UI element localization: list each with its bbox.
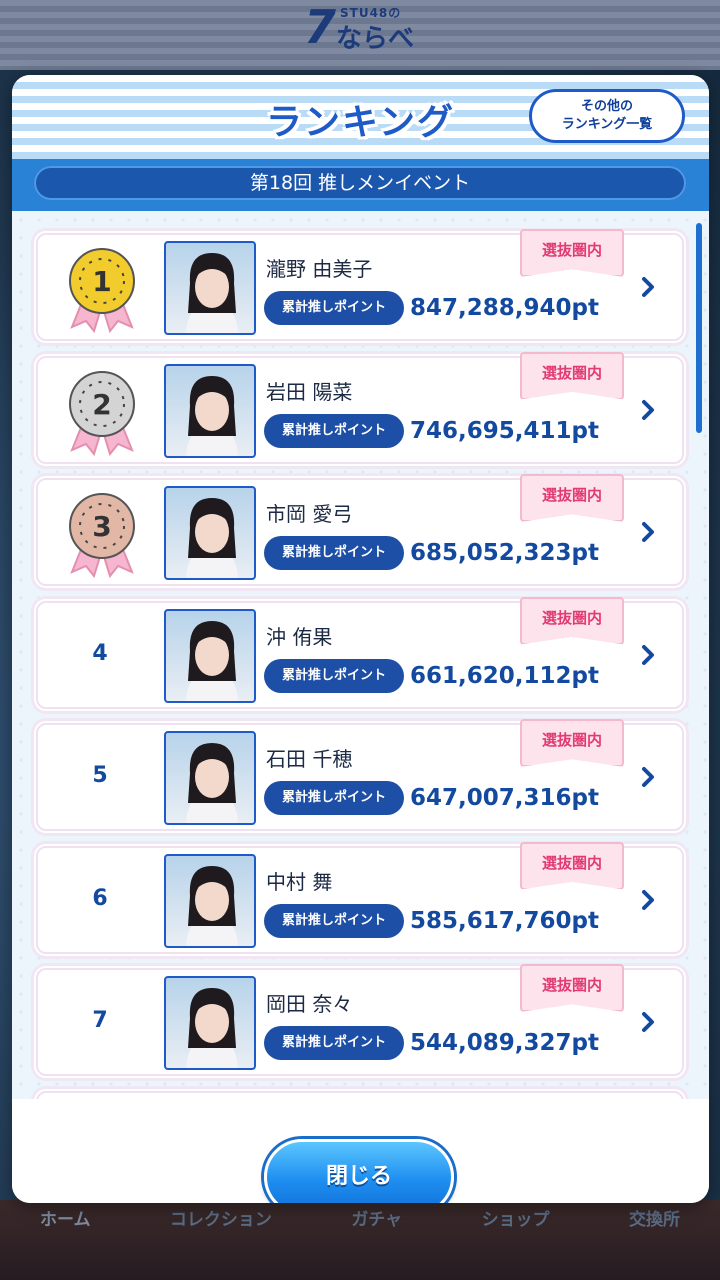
- chevron-right-icon[interactable]: [640, 520, 656, 544]
- member-photo: [164, 486, 256, 580]
- points-value: 847,288,940pt: [410, 295, 599, 321]
- ranking-row[interactable]: 2 岩田 陽菜 累計推しポイント 746,695,411pt 選抜圏内: [36, 351, 684, 464]
- selection-badge: 選抜圏内: [520, 719, 624, 767]
- points-value: 746,695,411pt: [410, 417, 599, 444]
- chevron-right-icon[interactable]: [640, 765, 656, 789]
- selection-badge: 選抜圏内: [520, 351, 624, 400]
- rank-number: 7: [92, 1008, 108, 1033]
- points-label: 累計推しポイント: [264, 903, 404, 938]
- points-value: 585,617,760pt: [410, 907, 599, 934]
- selection-badge: 選抜圏内: [520, 596, 624, 645]
- close-button[interactable]: 閉じる: [264, 1139, 454, 1203]
- other-rankings-button[interactable]: その他の ランキング一覧: [529, 89, 685, 143]
- points-label: 累計推しポイント: [264, 291, 404, 325]
- member-photo: [164, 976, 256, 1070]
- member-photo-placeholder-icon: [186, 375, 238, 456]
- rank-number: 5: [92, 763, 108, 788]
- nav-gacha[interactable]: ガチャ: [351, 1205, 402, 1241]
- chevron-right-icon[interactable]: [640, 888, 656, 912]
- member-name: 中村 舞: [266, 869, 333, 894]
- ranking-row-partial[interactable]: [36, 1090, 684, 1099]
- medal-rank-number: 2: [92, 388, 111, 421]
- other-rankings-line2: ランキング一覧: [561, 117, 653, 132]
- points-label: 累計推しポイント: [264, 536, 404, 570]
- rank-number: 6: [92, 885, 108, 911]
- chevron-right-icon[interactable]: [640, 643, 656, 667]
- nav-exchange[interactable]: 交換所: [629, 1205, 680, 1241]
- app-logo: 7 STU48の ならべ: [300, 0, 420, 58]
- points-label: 累計推しポイント: [264, 781, 404, 815]
- points-value: 544,089,327pt: [410, 1030, 599, 1056]
- points-value: 647,007,316pt: [410, 785, 599, 811]
- ranking-row[interactable]: 1 瀧野 由美子 累計推しポイント 847,288,940pt 選抜圏内: [36, 229, 684, 341]
- member-photo: [164, 608, 256, 703]
- member-photo-placeholder-icon: [186, 743, 238, 823]
- gold-medal-icon: 1: [69, 248, 135, 333]
- points-value: 685,052,323pt: [410, 540, 599, 566]
- ranking-row[interactable]: 3 市岡 愛弓 累計推しポイント 685,052,323pt 選抜圏内: [36, 474, 684, 586]
- chevron-right-icon[interactable]: [640, 398, 656, 422]
- scrollbar[interactable]: [696, 223, 702, 433]
- nav-collection[interactable]: コレクション: [170, 1205, 272, 1241]
- points-label: 累計推しポイント: [264, 1026, 404, 1060]
- nav-shop[interactable]: ショップ: [482, 1205, 550, 1241]
- chevron-right-icon[interactable]: [640, 275, 656, 299]
- member-name: 石田 千穂: [266, 747, 353, 771]
- silver-medal-icon: 2: [69, 370, 135, 456]
- event-title: 第18回 推しメンイベント: [34, 166, 686, 200]
- selection-badge: 選抜圏内: [520, 964, 624, 1012]
- ranking-row[interactable]: 4 沖 侑果 累計推しポイント 661,620,112pt 選抜圏内: [36, 596, 684, 709]
- member-photo-placeholder-icon: [186, 253, 238, 333]
- member-name: 沖 侑果: [266, 624, 333, 649]
- member-name: 岩田 陽菜: [266, 379, 353, 404]
- logo-title: ならべ: [336, 24, 415, 54]
- ranking-row[interactable]: 7 岡田 奈々 累計推しポイント 544,089,327pt 選抜圏内: [36, 964, 684, 1076]
- selection-badge: 選抜圏内: [520, 229, 624, 277]
- points-label: 累計推しポイント: [264, 413, 404, 448]
- member-name: 岡田 奈々: [266, 992, 353, 1016]
- ranking-list[interactable]: 1 瀧野 由美子 累計推しポイント 847,288,940pt 選抜圏内 2 岩…: [12, 211, 709, 1099]
- member-name: 瀧野 由美子: [266, 257, 373, 281]
- ranking-modal: ランキング その他の ランキング一覧 第18回 推しメンイベント 1 瀧野 由美…: [12, 75, 709, 1203]
- member-photo: [164, 731, 256, 825]
- medal-rank-number: 1: [92, 265, 111, 298]
- medal-rank-number: 3: [92, 510, 111, 543]
- ranking-row[interactable]: 6 中村 舞 累計推しポイント 585,617,760pt 選抜圏内: [36, 841, 684, 954]
- selection-badge: 選抜圏内: [520, 841, 624, 890]
- member-photo-placeholder-icon: [186, 498, 238, 578]
- chevron-right-icon[interactable]: [640, 1010, 656, 1034]
- selection-badge: 選抜圏内: [520, 474, 624, 522]
- nav-home[interactable]: ホーム: [40, 1205, 91, 1241]
- other-rankings-line1: その他の: [580, 99, 633, 114]
- points-label: 累計推しポイント: [264, 658, 404, 693]
- member-photo: [164, 241, 256, 335]
- ranking-row[interactable]: 5 石田 千穂 累計推しポイント 647,007,316pt 選抜圏内: [36, 719, 684, 831]
- logo-number: 7: [304, 0, 337, 54]
- member-photo: [164, 853, 256, 948]
- member-photo-placeholder-icon: [186, 988, 238, 1068]
- bottom-nav: ホーム コレクション ガチャ ショップ 交換所: [0, 1205, 720, 1241]
- member-photo-placeholder-icon: [186, 865, 238, 946]
- member-photo: [164, 363, 256, 458]
- member-name: 市岡 愛弓: [266, 502, 353, 526]
- rank-number: 4: [92, 640, 108, 666]
- modal-footer: 閉じる: [12, 1099, 709, 1203]
- bronze-medal-icon: 3: [69, 493, 135, 578]
- points-value: 661,620,112pt: [410, 662, 599, 689]
- member-photo-placeholder-icon: [186, 620, 238, 701]
